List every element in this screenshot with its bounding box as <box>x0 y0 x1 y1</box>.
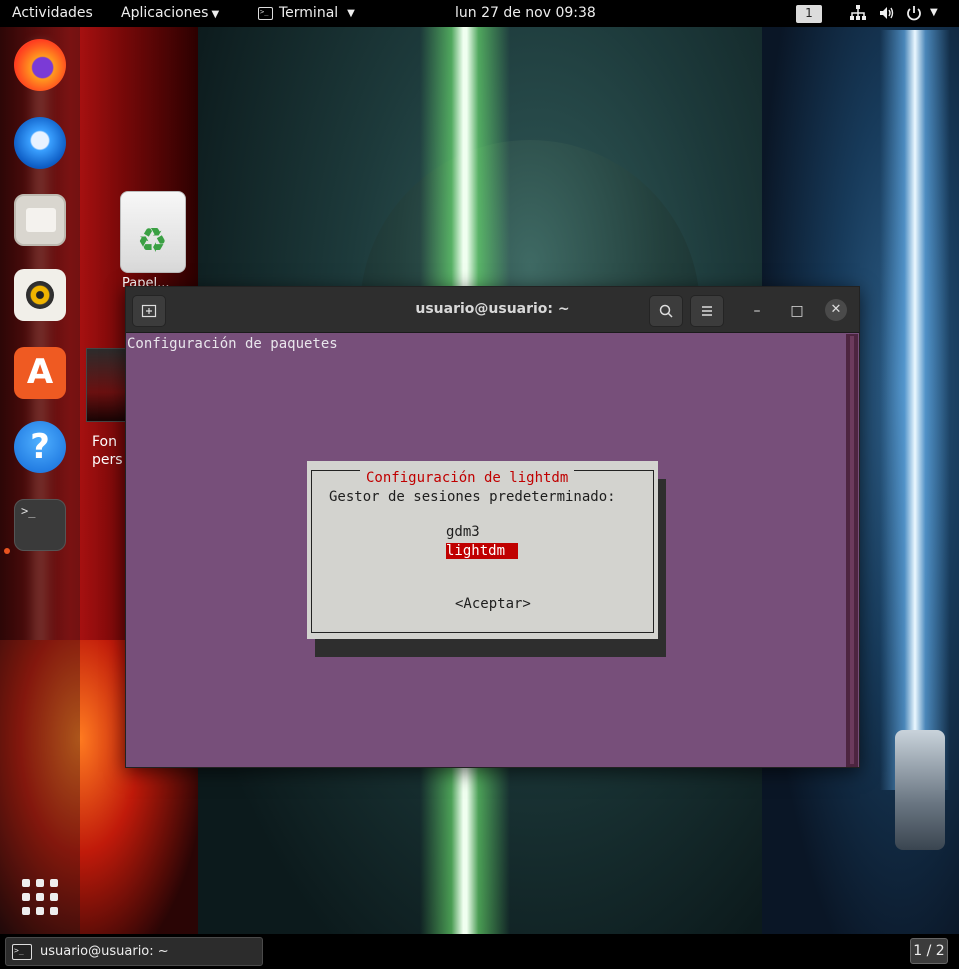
app-menu-label: Terminal <box>279 5 339 21</box>
terminal-window: usuario@usuario: ~ – □ ✕ Configuración d… <box>125 286 860 768</box>
trash-icon[interactable]: ♻ <box>120 191 186 273</box>
package-config-title: Configuración de paquetes <box>127 336 338 352</box>
app-menu-terminal[interactable]: >_ Terminal ▼ <box>258 5 355 21</box>
files-icon[interactable] <box>14 194 66 246</box>
taskbar-terminal-label: usuario@usuario: ~ <box>40 944 169 959</box>
terminal-body[interactable]: Configuración de paquetes Configuración … <box>126 334 859 767</box>
terminal-icon: >_ <box>258 6 273 20</box>
software-icon[interactable]: A <box>14 347 66 399</box>
lightdm-dialog: Configuración de lightdm Gestor de sesio… <box>307 461 658 639</box>
recycle-icon: ♻ <box>137 221 168 261</box>
close-button[interactable]: ✕ <box>825 299 847 321</box>
bottom-taskbar: >_ usuario@usuario: ~ 1 / 2 <box>0 934 959 969</box>
accept-button[interactable]: <Aceptar> <box>455 596 531 612</box>
clock[interactable]: lun 27 de nov 09:38 <box>455 5 596 21</box>
window-header[interactable]: usuario@usuario: ~ – □ ✕ <box>126 287 859 333</box>
dialog-frame: Configuración de lightdm Gestor de sesio… <box>311 470 654 633</box>
show-apps-grid-icon[interactable] <box>22 879 58 915</box>
activities-button[interactable]: Actividades <box>12 5 93 21</box>
wallpaper-saber-hilt <box>895 730 945 850</box>
terminal-icon[interactable]: >_ <box>14 499 66 551</box>
taskbar-terminal-button[interactable]: >_ usuario@usuario: ~ <box>5 937 263 966</box>
wallpaper-file-icon[interactable] <box>86 348 126 422</box>
terminal-scrollbar[interactable] <box>846 334 858 767</box>
workspace-indicator[interactable]: 1 / 2 <box>910 938 948 964</box>
applications-menu[interactable]: Aplicaciones ▼ <box>121 5 219 21</box>
search-icon <box>659 304 673 318</box>
chevron-down-icon: ▼ <box>211 9 220 20</box>
wallpaper-file-label: Fon pers <box>92 434 123 468</box>
firefox-icon[interactable] <box>14 39 66 91</box>
hamburger-icon <box>702 306 712 316</box>
thunderbird-icon[interactable] <box>14 117 66 169</box>
network-icon[interactable] <box>849 4 867 22</box>
minimize-button[interactable]: – <box>746 300 768 322</box>
power-icon[interactable] <box>905 4 923 22</box>
dock: A ? >_ <box>0 27 80 934</box>
search-button[interactable] <box>649 295 683 327</box>
workspace-badge[interactable]: 1 <box>796 5 822 23</box>
running-indicator <box>4 548 10 554</box>
chevron-down-icon[interactable]: ▼ <box>930 7 948 25</box>
option-lightdm-selected[interactable]: lightdm <box>446 543 518 559</box>
help-icon[interactable]: ? <box>14 421 66 473</box>
top-bar: Actividades Aplicaciones ▼ >_ Terminal ▼ l… <box>0 0 959 27</box>
menu-button[interactable] <box>690 295 724 327</box>
wallpaper-blue-saber <box>880 30 950 790</box>
dialog-title: Configuración de lightdm <box>360 470 575 486</box>
terminal-icon: >_ <box>12 943 32 960</box>
option-gdm3[interactable]: gdm3 <box>446 524 480 540</box>
chevron-down-icon: ▼ <box>347 7 355 19</box>
dialog-question: Gestor de sesiones predeterminado: <box>329 489 616 505</box>
rhythmbox-icon[interactable] <box>14 269 66 321</box>
maximize-button[interactable]: □ <box>786 300 808 322</box>
volume-icon[interactable] <box>878 4 896 22</box>
applications-label: Aplicaciones <box>121 5 209 21</box>
